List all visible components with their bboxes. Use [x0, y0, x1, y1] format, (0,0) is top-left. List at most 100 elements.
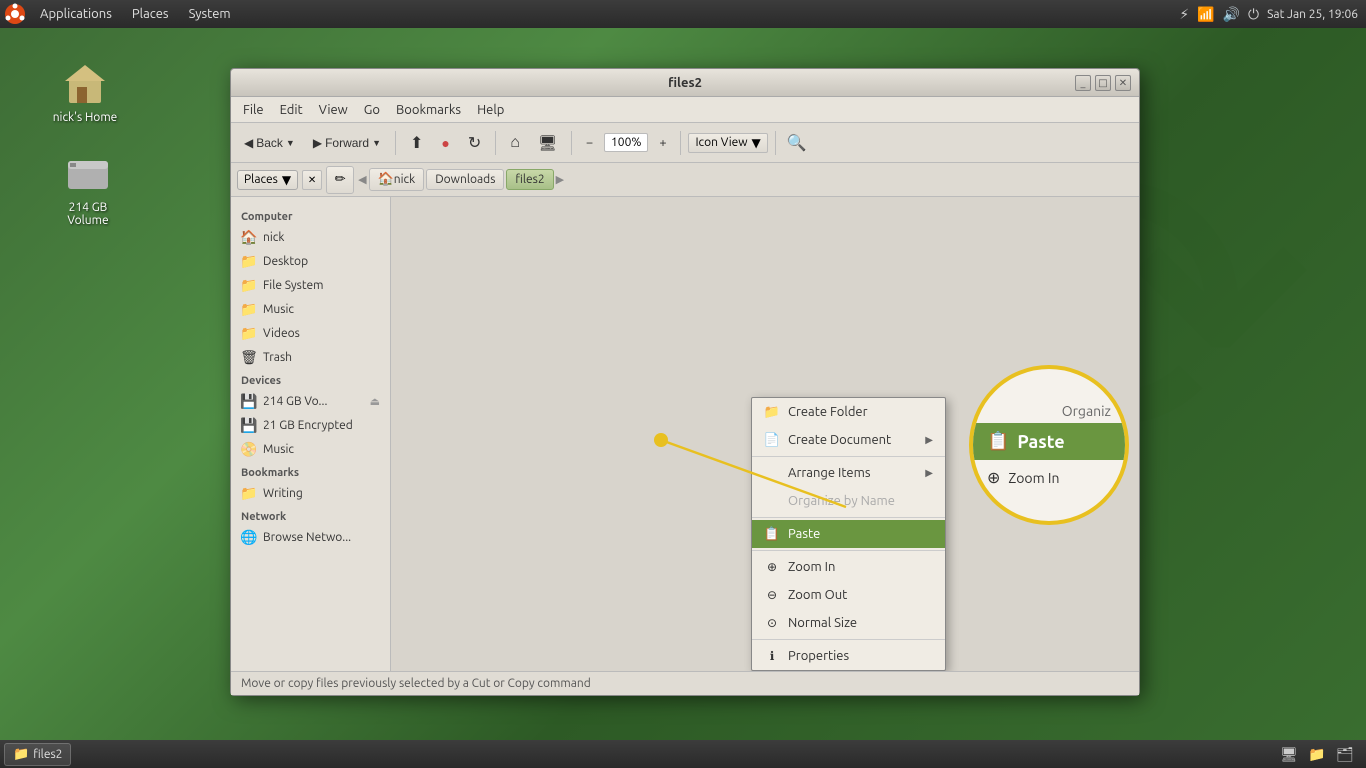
zoom-in-toolbar-btn[interactable]: +: [652, 132, 673, 154]
menu-help[interactable]: Help: [469, 100, 512, 120]
devices-music-label: Music: [263, 443, 294, 456]
zoom-plus-icon: +: [659, 136, 666, 150]
ctx-create-folder-label: Create Folder: [788, 405, 868, 419]
toolbar-separator-4: [680, 131, 681, 155]
ctx-separator-4: [752, 639, 945, 640]
back-arrow-icon: ◀: [244, 136, 253, 150]
writing-label: Writing: [263, 487, 303, 500]
ctx-paste[interactable]: 📋 Paste: [752, 520, 945, 548]
ubuntu-logo-icon[interactable]: [4, 3, 26, 25]
breadcrumb-files2[interactable]: files2: [506, 169, 553, 190]
sidebar-item-desktop[interactable]: 📁 Desktop: [231, 249, 390, 273]
nick-label: nick: [263, 231, 284, 244]
sidebar-item-browse-network[interactable]: 🌐 Browse Netwo...: [231, 525, 390, 549]
menu-bookmarks[interactable]: Bookmarks: [388, 100, 469, 120]
ctx-zoom-out[interactable]: ⊖ Zoom Out: [752, 581, 945, 609]
sidebar-item-writing[interactable]: 📁 Writing: [231, 481, 390, 505]
close-pathbar-btn[interactable]: ✕: [302, 170, 322, 190]
applications-menu[interactable]: Applications: [30, 3, 122, 25]
places-menu[interactable]: Places: [122, 3, 179, 25]
taskbar-icon-1[interactable]: 🖥: [1278, 743, 1300, 765]
ctx-create-folder[interactable]: 📁 Create Folder: [752, 398, 945, 426]
taskbar-icon-3[interactable]: 🗂: [1334, 743, 1356, 765]
forward-button[interactable]: ▶ Forward ▼: [306, 132, 388, 154]
taskbar-files2-icon: 📁: [13, 747, 29, 762]
home-button[interactable]: ⌂: [503, 130, 527, 156]
taskbar-icon-1-glyph: 🖥: [1280, 746, 1298, 763]
home-icon: ⌂: [510, 134, 520, 152]
window-minimize-btn[interactable]: _: [1075, 75, 1091, 91]
sidebar-item-trash[interactable]: 🗑 Trash: [231, 345, 390, 369]
ctx-create-document-label: Create Document: [788, 433, 891, 447]
system-menu[interactable]: System: [179, 3, 241, 25]
arrange-items-icon: ·: [764, 465, 780, 481]
nicks-home-icon: [61, 59, 109, 107]
ctx-create-document[interactable]: 📄 Create Document ▶: [752, 426, 945, 454]
sidebar-item-21gb[interactable]: 💾 21 GB Encrypted: [231, 413, 390, 437]
panel-right: ⚡ 📶 🔊 ⏻ Sat Jan 25, 19:06: [1179, 6, 1366, 23]
breadcrumb-downloads-label: Downloads: [435, 173, 495, 186]
up-button[interactable]: ⬆: [403, 129, 430, 157]
sidebar-item-nick[interactable]: 🏠 nick: [231, 225, 390, 249]
ctx-arrange-items[interactable]: · Arrange Items ▶: [752, 459, 945, 487]
sidebar-item-devices-music[interactable]: 📀 Music: [231, 437, 390, 461]
desktop-icon-nicks-home[interactable]: nick's Home: [45, 55, 125, 128]
sidebar-item-214gb[interactable]: 💾 214 GB Vo... ⏏: [231, 389, 390, 413]
drive-21-icon: 💾: [241, 417, 257, 433]
window-maximize-btn[interactable]: □: [1095, 75, 1111, 91]
search-icon: 🔍: [787, 133, 807, 152]
sidebar-item-filesystem[interactable]: 📁 File System: [231, 273, 390, 297]
file-area[interactable]: 📁 Create Folder 📄 Create Document ▶ · Ar…: [391, 197, 1139, 671]
ctx-properties[interactable]: ℹ Properties: [752, 642, 945, 670]
sidebar-item-music[interactable]: 📁 Music: [231, 297, 390, 321]
search-button[interactable]: 🔍: [783, 129, 811, 157]
file-manager-window: files2 _ □ ✕ File Edit View Go Bookmarks…: [230, 68, 1140, 696]
stop-icon: ●: [441, 135, 449, 151]
ctx-separator-3: [752, 550, 945, 551]
sidebar-section-devices: Devices: [231, 369, 390, 389]
view-mode-select[interactable]: Icon View ▼: [688, 133, 767, 153]
desktop-icon-214gb[interactable]: 214 GB Volume: [48, 145, 128, 231]
ctx-normal-size[interactable]: ⊙ Normal Size: [752, 609, 945, 637]
stop-button[interactable]: ●: [434, 131, 456, 155]
browse-network-label: Browse Netwo...: [263, 531, 351, 544]
toolbar: ◀ Back ▼ ▶ Forward ▼ ⬆ ● ↻ ⌂: [231, 123, 1139, 163]
window-title: files2: [668, 76, 702, 90]
nicks-home-label: nick's Home: [53, 111, 118, 124]
breadcrumb-downloads[interactable]: Downloads: [426, 169, 504, 190]
forward-dropdown-icon: ▼: [372, 138, 381, 148]
zoom-out-toolbar-btn[interactable]: −: [579, 132, 600, 154]
forward-arrow-icon: ▶: [313, 136, 322, 150]
ctx-zoom-out-label: Zoom Out: [788, 588, 847, 602]
ctx-zoom-in[interactable]: ⊕ Zoom In: [752, 553, 945, 581]
window-controls: _ □ ✕: [1075, 75, 1131, 91]
menu-view[interactable]: View: [311, 100, 356, 120]
taskbar-icon-2[interactable]: 📁: [1306, 743, 1328, 765]
nick-home-icon: 🏠: [241, 229, 257, 245]
edit-path-btn[interactable]: ✏: [326, 166, 354, 194]
breadcrumb-nick[interactable]: 🏠 nick: [369, 168, 425, 191]
clock-display: Sat Jan 25, 19:06: [1267, 8, 1358, 21]
taskbar-files2[interactable]: 📁 files2: [4, 743, 71, 766]
trash-label: Trash: [263, 351, 292, 364]
zoom-in-circle-icon: ⊕: [987, 468, 1000, 487]
places-dropdown-icon: ▼: [282, 173, 291, 187]
trash-icon: 🗑: [241, 349, 257, 365]
computer-button[interactable]: 🖥: [531, 130, 564, 156]
zoom-paste-item: 📋 Paste: [973, 423, 1125, 460]
back-button[interactable]: ◀ Back ▼: [237, 132, 302, 154]
disc-music-icon: 📀: [241, 441, 257, 457]
refresh-button[interactable]: ↻: [461, 129, 488, 157]
places-dropdown[interactable]: Places ▼: [237, 170, 298, 190]
window-close-btn[interactable]: ✕: [1115, 75, 1131, 91]
context-menu: 📁 Create Folder 📄 Create Document ▶ · Ar…: [751, 397, 946, 671]
menu-file[interactable]: File: [235, 100, 272, 120]
menubar: File Edit View Go Bookmarks Help: [231, 97, 1139, 123]
toolbar-separator-5: [775, 131, 776, 155]
menu-edit[interactable]: Edit: [272, 100, 311, 120]
bluetooth-icon: ⚡: [1179, 6, 1189, 23]
sidebar-item-videos[interactable]: 📁 Videos: [231, 321, 390, 345]
breadcrumb-files2-label: files2: [515, 173, 544, 186]
menu-go[interactable]: Go: [356, 100, 388, 120]
sidebar-section-computer: Computer: [231, 205, 390, 225]
